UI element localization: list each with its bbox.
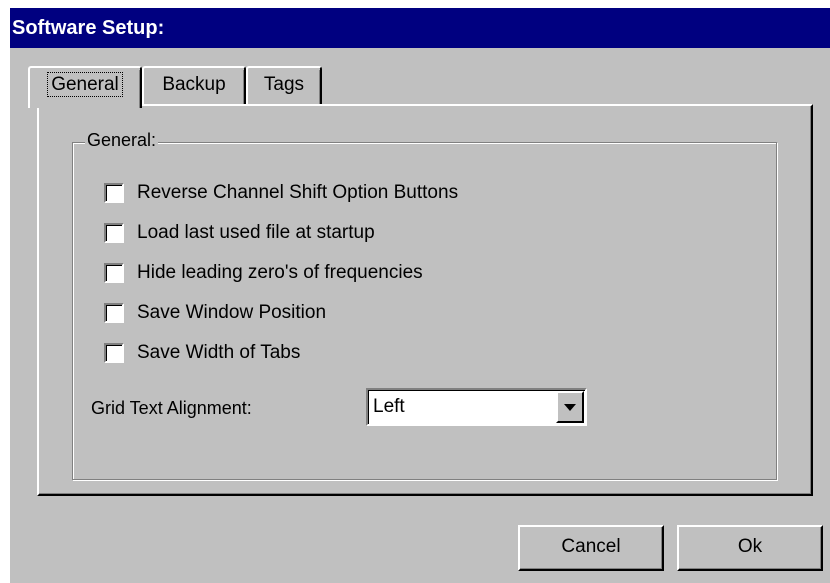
chevron-down-icon (564, 403, 576, 411)
tab-panel-general: General: Reverse Channel Shift Option Bu… (37, 104, 813, 496)
option-hide-leading-zeros[interactable]: Hide leading zero's of frequencies (104, 261, 423, 285)
tab-backup-label: Backup (162, 74, 226, 95)
hide-leading-zeros-label: Hide leading zero's of frequencies (137, 262, 423, 283)
tab-general[interactable]: General (28, 66, 142, 108)
save-width-of-tabs-checkbox[interactable] (104, 343, 124, 363)
reverse-channel-shift-label: Reverse Channel Shift Option Buttons (137, 182, 459, 203)
save-window-position-checkbox[interactable] (104, 303, 124, 323)
save-width-of-tabs-label: Save Width of Tabs (137, 342, 301, 363)
hide-leading-zeros-checkbox[interactable] (104, 263, 124, 283)
dropdown-toggle-button[interactable] (556, 391, 584, 423)
option-save-width-of-tabs[interactable]: Save Width of Tabs (104, 341, 300, 365)
dialog-title: Software Setup: (10, 8, 830, 48)
ok-button[interactable]: Ok (677, 525, 823, 571)
grid-text-alignment-select[interactable]: Left (366, 388, 587, 426)
general-group-title: General: (85, 130, 159, 151)
save-window-position-label: Save Window Position (137, 302, 327, 323)
reverse-channel-shift-checkbox[interactable] (104, 183, 124, 203)
load-last-file-checkbox[interactable] (104, 223, 124, 243)
general-groupbox: General: Reverse Channel Shift Option Bu… (72, 130, 777, 480)
option-save-window-position[interactable]: Save Window Position (104, 301, 326, 325)
option-load-last-file[interactable]: Load last used file at startup (104, 221, 375, 245)
tab-general-label: General (47, 72, 123, 97)
tab-backup[interactable]: Backup (142, 66, 246, 106)
tab-tags-label: Tags (263, 74, 305, 95)
grid-text-alignment-value: Left (373, 396, 405, 417)
cancel-button[interactable]: Cancel (518, 525, 664, 571)
load-last-file-label: Load last used file at startup (137, 222, 375, 243)
grid-text-alignment-label: Grid Text Alignment: (91, 398, 252, 418)
software-setup-dialog: Software Setup: General Backup Tags Gene… (10, 8, 830, 583)
option-reverse-channel-shift[interactable]: Reverse Channel Shift Option Buttons (104, 181, 458, 205)
tab-tags[interactable]: Tags (246, 66, 322, 106)
